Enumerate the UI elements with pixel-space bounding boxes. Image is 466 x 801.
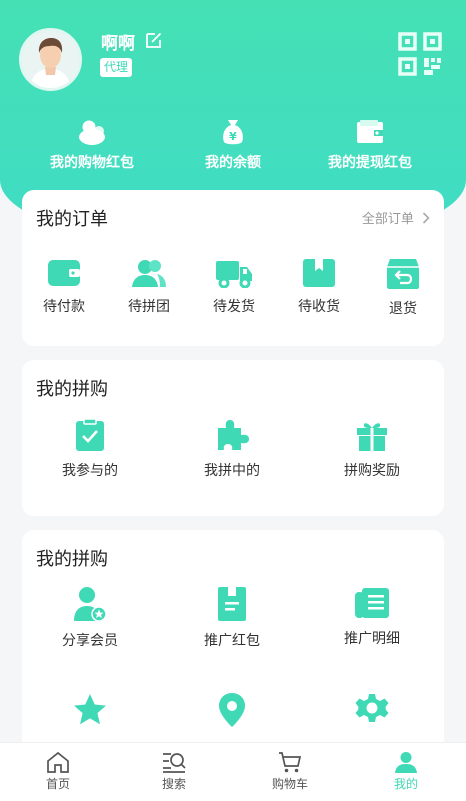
tab-cart[interactable]: 购物车 <box>232 751 348 792</box>
user-icon <box>395 752 417 773</box>
promo-address[interactable] <box>185 692 279 736</box>
wallet-coins-icon <box>79 120 105 145</box>
order-item-label: 待收货 <box>298 299 340 315</box>
wallet-item-label: 我的提现红包 <box>328 155 412 171</box>
order-pending-payment[interactable]: 待付款 <box>33 258 95 316</box>
group-buy-item-label: 我参与的 <box>62 463 118 479</box>
home-icon <box>47 751 69 773</box>
group-buy-winning[interactable]: 我拼中的 <box>185 418 279 480</box>
group-buy-item-label: 拼购奖励 <box>344 463 400 479</box>
box-icon <box>303 259 335 287</box>
order-item-label: 待拼团 <box>128 299 170 315</box>
svg-text:¥: ¥ <box>229 130 237 143</box>
promo-favorites[interactable] <box>43 692 137 736</box>
promo-item-label: 分享会员 <box>62 633 118 649</box>
wallet-withdraw-redpack[interactable]: 我的提现红包 <box>320 118 420 172</box>
tab-label: 购物车 <box>271 777 308 791</box>
tab-label: 搜索 <box>161 777 186 791</box>
truck-icon <box>216 261 252 288</box>
qr-code-icon[interactable] <box>398 32 442 76</box>
tab-search[interactable]: 搜索 <box>116 751 232 792</box>
wallet-shopping-redpack[interactable]: 我的购物红包 <box>42 118 142 172</box>
gift-icon <box>357 423 387 451</box>
tab-home[interactable]: 首页 <box>0 751 116 792</box>
order-return[interactable]: 退货 <box>372 258 434 318</box>
order-pending-receipt[interactable]: 待收货 <box>288 258 350 316</box>
tab-label: 首页 <box>45 777 70 791</box>
orders-card: 我的订单 全部订单 待付款 待拼团 待发货 待收货 退货 <box>22 190 444 346</box>
group-buy-title: 我的拼购 <box>36 379 108 400</box>
puzzle-icon <box>218 420 249 450</box>
cart-icon <box>279 752 302 773</box>
all-orders-link[interactable]: 全部订单 <box>362 208 430 227</box>
money-bag-icon: ¥ <box>223 120 243 145</box>
promo-details[interactable]: 推广明细 <box>325 586 419 648</box>
username: 啊啊 <box>101 34 135 54</box>
promo-item-label: 推广明细 <box>344 631 400 647</box>
promo-settings[interactable] <box>325 692 419 736</box>
avatar[interactable] <box>19 28 82 91</box>
star-icon <box>74 694 106 725</box>
wallet-balance[interactable]: ¥ 我的余额 <box>183 118 283 172</box>
tab-mine[interactable]: 我的 <box>348 751 464 792</box>
promo-card: 我的拼购 分享会员 推广红包 推广明细 <box>22 530 444 770</box>
clipboard-check-icon <box>76 418 104 451</box>
promo-title: 我的拼购 <box>36 549 108 570</box>
order-pending-group[interactable]: 待拼团 <box>118 258 180 316</box>
user-star-icon <box>74 587 107 622</box>
tab-label: 我的 <box>393 777 418 791</box>
wallet-item-label: 我的余额 <box>205 155 261 171</box>
location-pin-icon <box>219 693 245 727</box>
promo-share-member[interactable]: 分享会员 <box>43 586 137 650</box>
agent-badge: 代理 <box>100 58 133 77</box>
order-item-label: 待付款 <box>43 299 85 315</box>
group-buy-item-label: 我拼中的 <box>204 463 260 479</box>
order-pending-ship[interactable]: 待发货 <box>203 258 265 316</box>
edit-icon[interactable] <box>145 31 163 49</box>
settings-gear-icon <box>355 694 389 722</box>
envelope-icon <box>218 587 246 621</box>
search-icon <box>163 753 186 773</box>
ledger-icon <box>355 588 389 618</box>
group-buy-rewards[interactable]: 拼购奖励 <box>325 418 419 480</box>
chevron-right-icon <box>422 212 430 224</box>
wallet-row: 我的购物红包 ¥ 我的余额 我的提现红包 <box>0 118 466 178</box>
promo-redpack[interactable]: 推广红包 <box>185 586 279 650</box>
all-orders-label: 全部订单 <box>361 212 414 227</box>
orders-title: 我的订单 <box>36 209 108 230</box>
order-item-label: 待发货 <box>213 299 255 315</box>
group-icon <box>132 260 166 287</box>
wallet-icon <box>48 260 80 286</box>
card-wallet-icon <box>357 120 383 143</box>
return-icon <box>387 259 419 289</box>
order-item-label: 退货 <box>389 301 417 317</box>
promo-item-label: 推广红包 <box>204 633 260 649</box>
bottom-tab-bar: 首页 搜索 购物车 我的 <box>0 742 466 801</box>
wallet-item-label: 我的购物红包 <box>50 155 134 171</box>
group-buy-card: 我的拼购 我参与的 我拼中的 拼购奖励 <box>22 360 444 516</box>
group-buy-joined[interactable]: 我参与的 <box>43 418 137 480</box>
